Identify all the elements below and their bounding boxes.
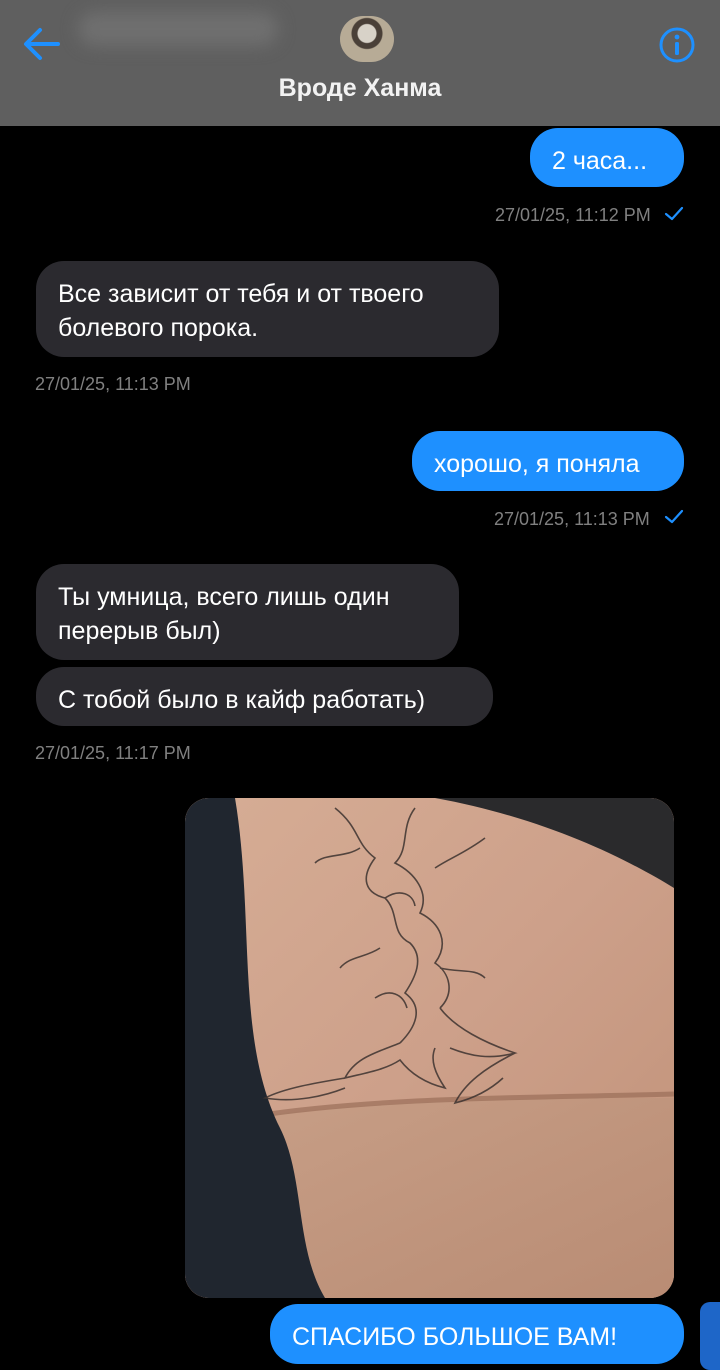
arrow-left-icon[interactable] (22, 24, 62, 64)
message-bubble-incoming[interactable]: Ты умница, всего лишь один перерыв был) (36, 564, 459, 660)
tattoo-photo (185, 798, 674, 1298)
message-bubble-incoming[interactable]: С тобой было в кайф работать) (36, 667, 493, 726)
avatar[interactable] (340, 16, 394, 62)
message-timestamp: 27/01/25, 11:17 PM (35, 743, 191, 763)
message-timestamp: 27/01/25, 11:13 PM (494, 509, 650, 529)
info-circle-icon[interactable] (658, 26, 696, 64)
message-bubble-outgoing[interactable]: 2 часа... (530, 128, 684, 187)
photo-message[interactable] (185, 798, 674, 1298)
message-bubble-incoming[interactable]: Все зависит от тебя и от твоего болевого… (36, 261, 499, 357)
message-timestamp: 27/01/25, 11:13 PM (35, 374, 191, 394)
chat-header: Вроде Ханма (0, 0, 720, 126)
blurred-area (78, 12, 278, 46)
scroll-indicator[interactable] (700, 1302, 720, 1370)
contact-name[interactable]: Вроде Ханма (0, 74, 720, 103)
read-check-icon (664, 206, 684, 221)
message-bubble-outgoing[interactable]: хорошо, я поняла (412, 431, 684, 491)
read-check-icon (664, 509, 684, 524)
message-bubble-outgoing[interactable]: СПАСИБО БОЛЬШОЕ ВАМ! (270, 1304, 684, 1364)
message-timestamp: 27/01/25, 11:12 PM (495, 205, 651, 225)
